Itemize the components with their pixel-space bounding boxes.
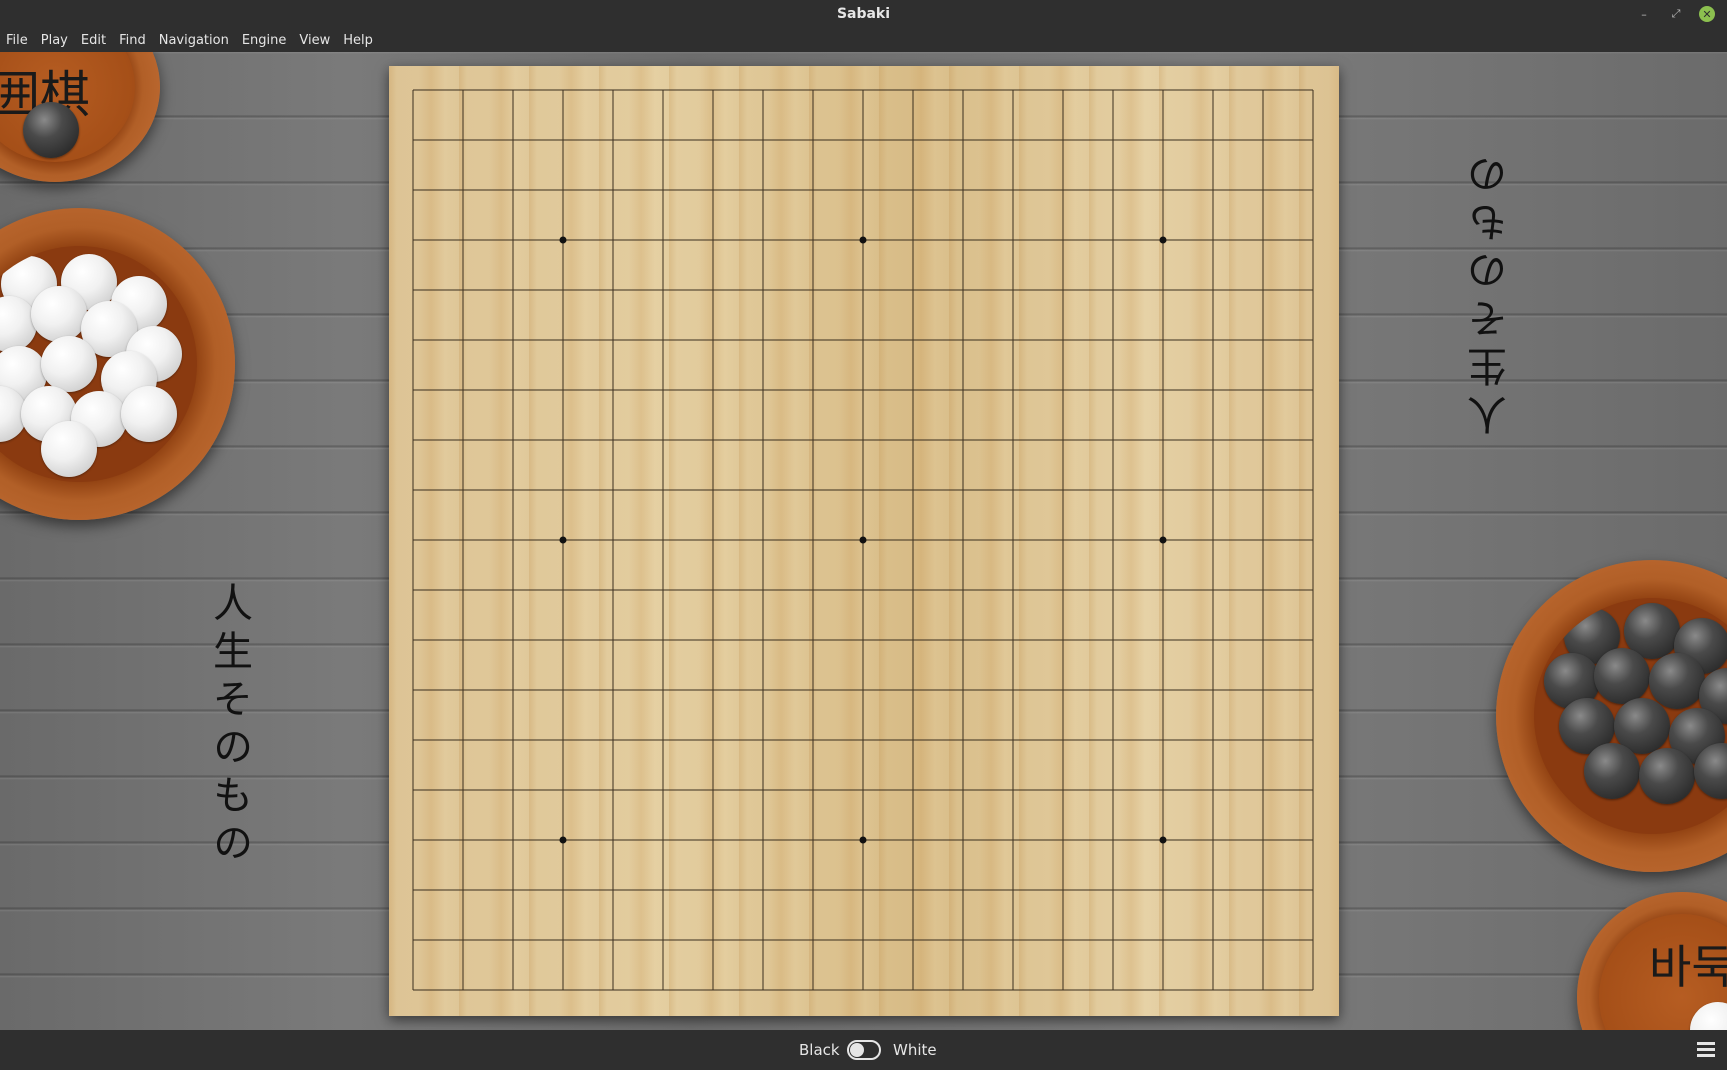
minimize-icon[interactable]: – [1636, 6, 1652, 22]
maximize-icon[interactable]: ⤢ [1668, 6, 1684, 22]
star-point [559, 536, 567, 544]
menu-engine[interactable]: Engine [242, 33, 287, 48]
star-point [859, 536, 867, 544]
white-stone-bowl[interactable] [0, 208, 235, 520]
title-bar: Sabaki – ⤢ ✕ [0, 0, 1727, 28]
menu-navigation[interactable]: Navigation [159, 33, 229, 48]
wood-table-background: 囲棋 人生そのもの 人生そのもの 바둑 [0, 52, 1727, 1030]
black-stone-bowl[interactable] [1496, 560, 1727, 872]
window-title: Sabaki [836, 6, 891, 22]
star-point [859, 236, 867, 244]
star-point [559, 836, 567, 844]
menu-find[interactable]: Find [119, 33, 146, 48]
bowl-lid-top-left: 囲棋 [0, 52, 160, 182]
close-icon[interactable]: ✕ [1699, 6, 1715, 22]
menu-file[interactable]: File [6, 33, 28, 48]
black-stone-on-lid [23, 102, 79, 158]
go-board[interactable] [389, 66, 1339, 1016]
vertical-text-right: 人生そのもの [1468, 147, 1514, 435]
star-point [859, 836, 867, 844]
star-point [1159, 536, 1167, 544]
menu-help[interactable]: Help [343, 33, 373, 48]
status-bar: Black White [0, 1030, 1727, 1070]
menu-play[interactable]: Play [41, 33, 68, 48]
bowl-lid-bottom-right: 바둑 [1577, 892, 1727, 1030]
white-player-label: White [893, 1041, 937, 1059]
menu-bar: File Play Edit Find Navigation Engine Vi… [0, 28, 1727, 52]
star-point [559, 236, 567, 244]
menu-edit[interactable]: Edit [81, 33, 106, 48]
vertical-text-left: 人生そのもの [206, 582, 252, 870]
star-point [1159, 236, 1167, 244]
board-grid[interactable] [389, 66, 1339, 1016]
hamburger-menu-icon[interactable] [1697, 1042, 1715, 1058]
black-player-label: Black [799, 1041, 840, 1059]
lid-text-baduk: 바둑 [1649, 940, 1727, 994]
menu-view[interactable]: View [299, 33, 330, 48]
toggle-knob [850, 1043, 864, 1057]
player-toggle[interactable] [847, 1040, 881, 1060]
star-point [1159, 836, 1167, 844]
